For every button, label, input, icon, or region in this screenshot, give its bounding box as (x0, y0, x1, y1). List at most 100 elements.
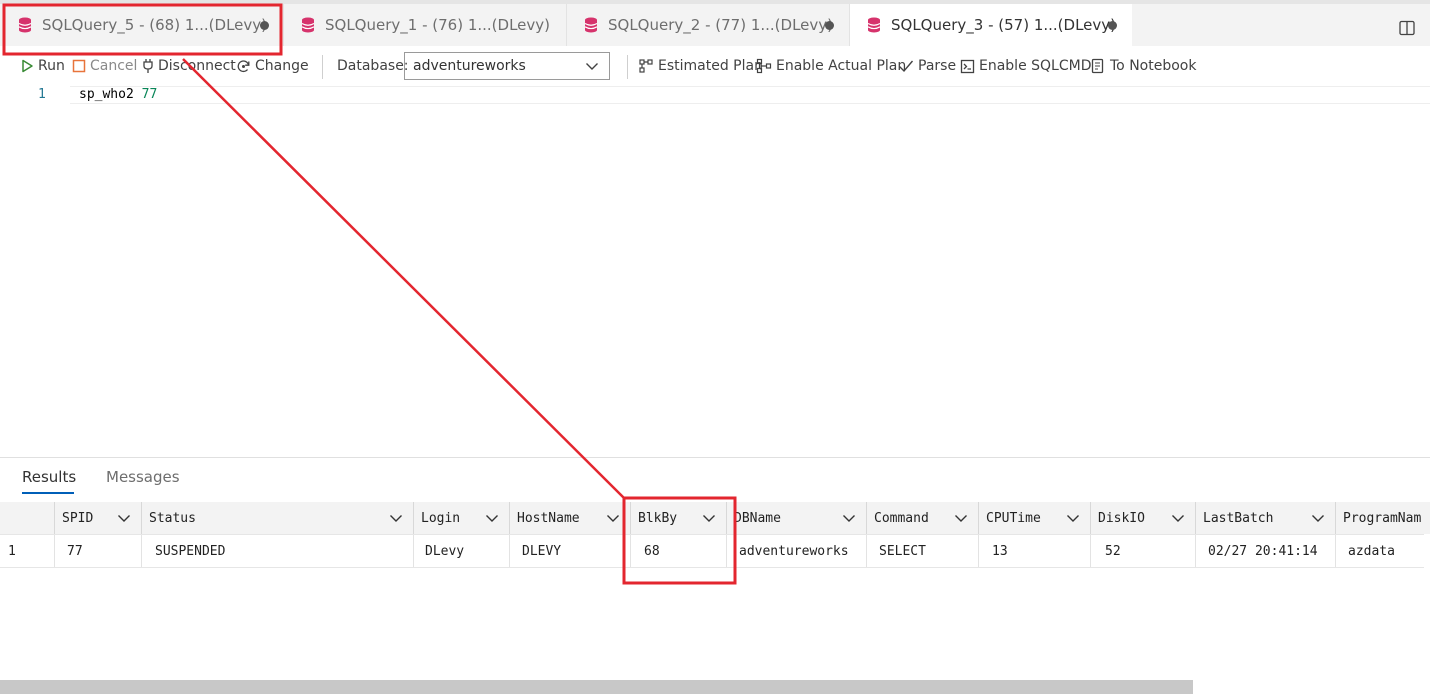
cell-login[interactable]: DLevy (414, 534, 510, 568)
column-header-lastbatch[interactable]: LastBatch (1196, 502, 1336, 534)
tab-sqlquery-1[interactable]: SQLQuery_1 - (76) 1...(DLevy) (283, 4, 566, 46)
column-header-label: SPID (62, 510, 94, 526)
tab-separator (566, 4, 567, 46)
row-number-header (0, 502, 55, 534)
cell-diskio[interactable]: 52 (1091, 534, 1196, 568)
split-editor-icon[interactable] (1399, 20, 1415, 36)
database-icon (301, 17, 315, 33)
cell-spid[interactable]: 77 (55, 534, 142, 568)
code-number: 77 (141, 87, 158, 102)
column-header-label: CPUTime (986, 510, 1041, 526)
chevron-down-icon[interactable] (606, 512, 620, 524)
toolbar-divider (322, 55, 323, 79)
tab-sqlquery-2[interactable]: SQLQuery_2 - (77) 1...(DLevy) (566, 4, 849, 46)
actual-plan-icon (756, 58, 772, 74)
column-header-spid[interactable]: SPID (55, 502, 142, 534)
cell-lastbatch[interactable]: 02/27 20:41:14 (1196, 534, 1336, 568)
cell-command[interactable]: SELECT (867, 534, 979, 568)
database-label-text: Database: (337, 58, 409, 74)
cancel-button[interactable]: Cancel (72, 46, 137, 86)
cell-blkby[interactable]: 68 (631, 534, 727, 568)
chevron-down-icon[interactable] (117, 512, 131, 524)
cell-programname[interactable]: azdata (1336, 534, 1424, 568)
line-number: 1 (38, 87, 46, 102)
row-divider (0, 567, 1424, 568)
to-notebook-button[interactable]: To Notebook (1090, 46, 1196, 86)
chevron-down-icon[interactable] (1311, 512, 1325, 524)
column-header-hostname[interactable]: HostName (510, 502, 631, 534)
unsaved-dot-icon[interactable] (260, 21, 269, 30)
tab-messages[interactable]: Messages (106, 468, 180, 486)
cell-hostname[interactable]: DLEVY (510, 534, 631, 568)
cell-status[interactable]: SUSPENDED (142, 534, 414, 568)
database-icon (867, 17, 881, 33)
tab-label: SQLQuery_2 - (77) 1...(DLevy) (608, 16, 833, 34)
cell-dbname[interactable]: adventureworks (727, 534, 867, 568)
unsaved-dot-icon[interactable] (1108, 21, 1117, 30)
chevron-down-icon[interactable] (485, 512, 499, 524)
to-notebook-label: To Notebook (1110, 58, 1197, 74)
column-header-label: ProgramNam (1343, 510, 1422, 526)
column-header-label: HostName (517, 510, 580, 526)
toolbar-divider (627, 55, 628, 79)
column-header-label: Login (421, 510, 461, 526)
chevron-down-icon[interactable] (702, 512, 716, 524)
database-select-value: adventureworks (413, 58, 526, 74)
change-label: Change (255, 58, 309, 74)
chevron-down-icon[interactable] (1066, 512, 1080, 524)
change-connection-button[interactable]: Change (236, 46, 309, 86)
notebook-icon (1091, 58, 1104, 74)
column-header-label: DiskIO (1098, 510, 1145, 526)
check-icon (899, 60, 914, 73)
disconnect-button[interactable]: Disconnect (142, 46, 236, 86)
code-editor[interactable]: 1 sp_who2 77 (0, 86, 1430, 456)
chevron-down-icon[interactable] (389, 512, 403, 524)
cell-cputime[interactable]: 13 (979, 534, 1091, 568)
disconnect-label: Disconnect (158, 58, 236, 74)
current-line-highlight (70, 86, 1430, 104)
row-number: 1 (0, 534, 55, 568)
enable-actual-plan-button[interactable]: Enable Actual Plan (756, 46, 906, 86)
query-toolbar: Run Cancel Disconnect Change Database: a… (0, 46, 1430, 86)
panel-divider[interactable] (0, 457, 1430, 458)
tab-results[interactable]: Results (22, 468, 76, 486)
tab-sqlquery-3[interactable]: SQLQuery_3 - (57) 1...(DLevy) (849, 4, 1132, 46)
column-header-dbname[interactable]: DBName (727, 502, 867, 534)
row-divider (0, 534, 1424, 535)
tab-sqlquery-5[interactable]: SQLQuery_5 - (68) 1...(DLevy) (0, 4, 283, 46)
column-header-status[interactable]: Status (142, 502, 414, 534)
editor-tab-bar: SQLQuery_5 - (68) 1...(DLevy) SQLQuery_1… (0, 4, 1430, 46)
unsaved-dot-icon[interactable] (825, 21, 834, 30)
tab-label: SQLQuery_3 - (57) 1...(DLevy) (891, 16, 1116, 34)
database-icon (18, 17, 32, 33)
chevron-down-icon (586, 63, 598, 70)
estimated-plan-button[interactable]: Estimated Plan (638, 46, 763, 86)
code-line[interactable]: sp_who2 77 (79, 87, 157, 102)
results-tab-underline (22, 492, 74, 494)
run-button[interactable]: Run (21, 46, 65, 86)
column-header-login[interactable]: Login (414, 502, 510, 534)
column-header-blkby[interactable]: BlkBy (631, 502, 727, 534)
sqlcmd-icon (960, 59, 975, 73)
chevron-down-icon[interactable] (954, 512, 968, 524)
column-header-cputime[interactable]: CPUTime (979, 502, 1091, 534)
column-header-command[interactable]: Command (867, 502, 979, 534)
run-label: Run (38, 58, 65, 74)
database-select[interactable]: adventureworks (404, 52, 610, 80)
column-header-label: Status (149, 510, 196, 526)
parse-button[interactable]: Parse (898, 46, 956, 86)
play-icon (22, 59, 33, 73)
tab-label: SQLQuery_1 - (76) 1...(DLevy) (325, 16, 550, 34)
plug-icon (143, 59, 153, 73)
column-header-programname[interactable]: ProgramNam (1336, 502, 1430, 534)
column-header-diskio[interactable]: DiskIO (1091, 502, 1196, 534)
enable-sqlcmd-button[interactable]: Enable SQLCMD (960, 46, 1091, 86)
chevron-down-icon[interactable] (842, 512, 856, 524)
tab-separator (283, 4, 284, 46)
column-header-label: BlkBy (638, 510, 678, 526)
horizontal-scrollbar[interactable] (0, 680, 1193, 694)
chevron-down-icon[interactable] (1171, 512, 1185, 524)
parse-label: Parse (918, 58, 957, 74)
database-icon (584, 17, 598, 33)
column-header-label: LastBatch (1203, 510, 1274, 526)
